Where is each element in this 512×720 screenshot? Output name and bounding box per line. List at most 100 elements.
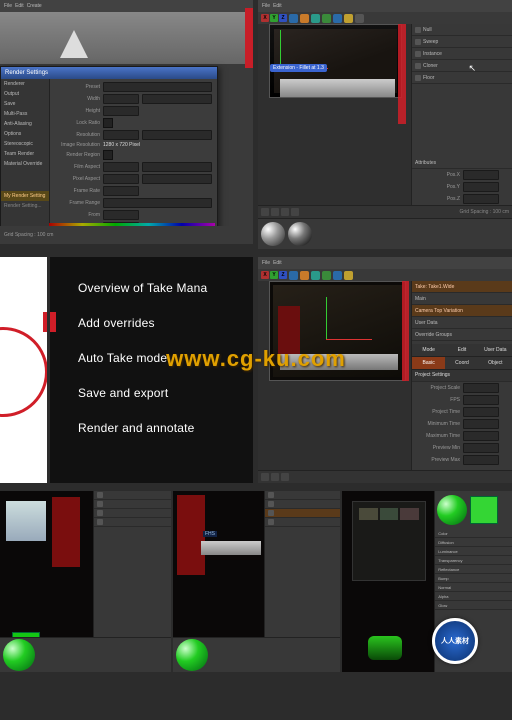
input-resolution[interactable] bbox=[103, 130, 139, 140]
om-row[interactable] bbox=[265, 491, 340, 500]
input-posy[interactable] bbox=[463, 182, 499, 192]
input-fps[interactable] bbox=[463, 395, 499, 405]
play-icon[interactable] bbox=[271, 473, 279, 481]
chan-alpha[interactable]: Alpha bbox=[435, 592, 512, 601]
take-row[interactable]: Main bbox=[412, 293, 512, 305]
menu-edit[interactable]: Edit bbox=[15, 3, 24, 9]
tool-light[interactable] bbox=[322, 271, 331, 280]
chan-normal[interactable]: Normal bbox=[435, 583, 512, 592]
input-posx[interactable] bbox=[463, 170, 499, 180]
menubar[interactable]: File Edit bbox=[258, 257, 512, 269]
chan-transparency[interactable]: Transparency bbox=[435, 556, 512, 565]
input-posz[interactable] bbox=[463, 194, 499, 204]
tool-pen[interactable] bbox=[300, 271, 309, 280]
axis-toggle[interactable]: X Y Z bbox=[261, 271, 287, 279]
res-unit[interactable] bbox=[142, 130, 212, 140]
material-ball-icon[interactable] bbox=[288, 222, 312, 246]
play-icon[interactable] bbox=[281, 208, 289, 216]
material-manager[interactable] bbox=[173, 637, 340, 672]
render-settings-tree[interactable]: Renderer Output Save Multi-Pass Anti-Ali… bbox=[1, 79, 50, 237]
render-settings-dialog[interactable]: Render Settings Renderer Output Save Mul… bbox=[0, 66, 218, 238]
axis-x[interactable]: X bbox=[261, 271, 269, 279]
toolbar[interactable]: X Y Z bbox=[258, 269, 512, 281]
take-row[interactable]: Override Groups bbox=[412, 329, 512, 341]
tree-options[interactable]: Options bbox=[1, 129, 49, 139]
om-row[interactable]: Null bbox=[412, 24, 512, 36]
subtab-basic[interactable]: Basic bbox=[412, 357, 445, 369]
om-row[interactable] bbox=[265, 500, 340, 509]
material-manager[interactable] bbox=[0, 637, 171, 672]
material-preview-ball-icon[interactable] bbox=[437, 495, 467, 525]
attr-subtabs[interactable]: Basic Coord Object bbox=[412, 357, 512, 370]
menu-file[interactable]: File bbox=[4, 3, 12, 9]
menu-edit[interactable]: Edit bbox=[273, 260, 282, 266]
take-row-active[interactable]: Take: Take1.Wide bbox=[412, 281, 512, 293]
tree-my-setting[interactable]: My Render Setting bbox=[1, 191, 49, 201]
dialog-titlebar[interactable]: Render Settings bbox=[1, 67, 217, 79]
tool-def[interactable] bbox=[344, 14, 353, 23]
material-ball-icon[interactable] bbox=[261, 222, 285, 246]
input-scale[interactable] bbox=[463, 383, 499, 393]
tool-cube[interactable] bbox=[289, 14, 298, 23]
render-view[interactable] bbox=[269, 281, 406, 381]
om-row[interactable] bbox=[94, 500, 171, 509]
tool-spline[interactable] bbox=[311, 271, 320, 280]
om-row[interactable]: Floor bbox=[412, 72, 512, 84]
menubar[interactable]: File Edit bbox=[258, 0, 512, 12]
play-start-icon[interactable] bbox=[261, 208, 269, 216]
menu-file[interactable]: File bbox=[262, 260, 270, 266]
tool-def[interactable] bbox=[344, 271, 353, 280]
axis-y[interactable]: Y bbox=[270, 14, 278, 22]
om-row-selected[interactable] bbox=[265, 509, 340, 518]
gizmo-y-axis[interactable] bbox=[326, 297, 327, 339]
tree-team[interactable]: Team Render bbox=[1, 149, 49, 159]
om-row[interactable]: Cloner bbox=[412, 60, 512, 72]
input-height[interactable] bbox=[103, 106, 139, 116]
attr-tabs[interactable]: Mode Edit User Data bbox=[412, 344, 512, 357]
material-manager[interactable] bbox=[258, 218, 512, 249]
take-and-attr-panel[interactable]: Take: Take1.Wide Main Camera Top Variati… bbox=[411, 281, 512, 470]
play-start-icon[interactable] bbox=[261, 473, 269, 481]
axis-x[interactable]: X bbox=[261, 14, 269, 22]
tool-cube[interactable] bbox=[289, 271, 298, 280]
axis-y[interactable]: Y bbox=[270, 271, 278, 279]
pixel-preset[interactable] bbox=[142, 174, 212, 184]
tree-save[interactable]: Save bbox=[1, 99, 49, 109]
input-max[interactable] bbox=[463, 431, 499, 441]
menu-file[interactable]: File bbox=[262, 3, 270, 9]
input-fps[interactable] bbox=[103, 186, 139, 196]
play-next-icon[interactable] bbox=[291, 208, 299, 216]
input-film-aspect[interactable] bbox=[103, 162, 139, 172]
om-row[interactable]: Sweep bbox=[412, 36, 512, 48]
tree-stereo[interactable]: Stereoscopic bbox=[1, 139, 49, 149]
axis-toggle[interactable]: X Y Z bbox=[261, 14, 287, 22]
tree-matover[interactable]: Material Override bbox=[1, 159, 49, 169]
tab-mode[interactable]: Mode bbox=[412, 344, 445, 356]
input-pmin[interactable] bbox=[463, 443, 499, 453]
input-width[interactable] bbox=[103, 94, 139, 104]
om-row[interactable]: Instance bbox=[412, 48, 512, 60]
chan-diffusion[interactable]: Diffusion bbox=[435, 538, 512, 547]
timeline[interactable]: Grid Spacing : 100 cm bbox=[258, 205, 512, 218]
film-preset[interactable] bbox=[142, 162, 212, 172]
subtab-coord[interactable]: Coord bbox=[445, 357, 478, 369]
chan-glow[interactable]: Glow bbox=[435, 601, 512, 610]
tool-misc[interactable] bbox=[355, 14, 364, 23]
om-row[interactable] bbox=[94, 491, 171, 500]
input-projtime[interactable] bbox=[463, 407, 499, 417]
tool-camera[interactable] bbox=[333, 271, 342, 280]
chan-bump[interactable]: Bump bbox=[435, 574, 512, 583]
take-row[interactable]: Camera Top Variation bbox=[412, 305, 512, 317]
tab-userdata[interactable]: User Data bbox=[479, 344, 512, 356]
render-view[interactable] bbox=[269, 24, 402, 98]
input-pmax[interactable] bbox=[463, 455, 499, 465]
tree-output[interactable]: Output bbox=[1, 89, 49, 99]
take-row[interactable]: User Data bbox=[412, 317, 512, 329]
checkbox-lock-ratio[interactable] bbox=[103, 118, 113, 128]
width-unit[interactable] bbox=[142, 94, 212, 104]
tool-pen[interactable] bbox=[300, 14, 309, 23]
material-ball-green-icon[interactable] bbox=[3, 639, 35, 671]
om-row[interactable] bbox=[94, 509, 171, 518]
frame-range-dropdown[interactable] bbox=[103, 198, 212, 208]
preset-dropdown[interactable] bbox=[103, 82, 212, 92]
